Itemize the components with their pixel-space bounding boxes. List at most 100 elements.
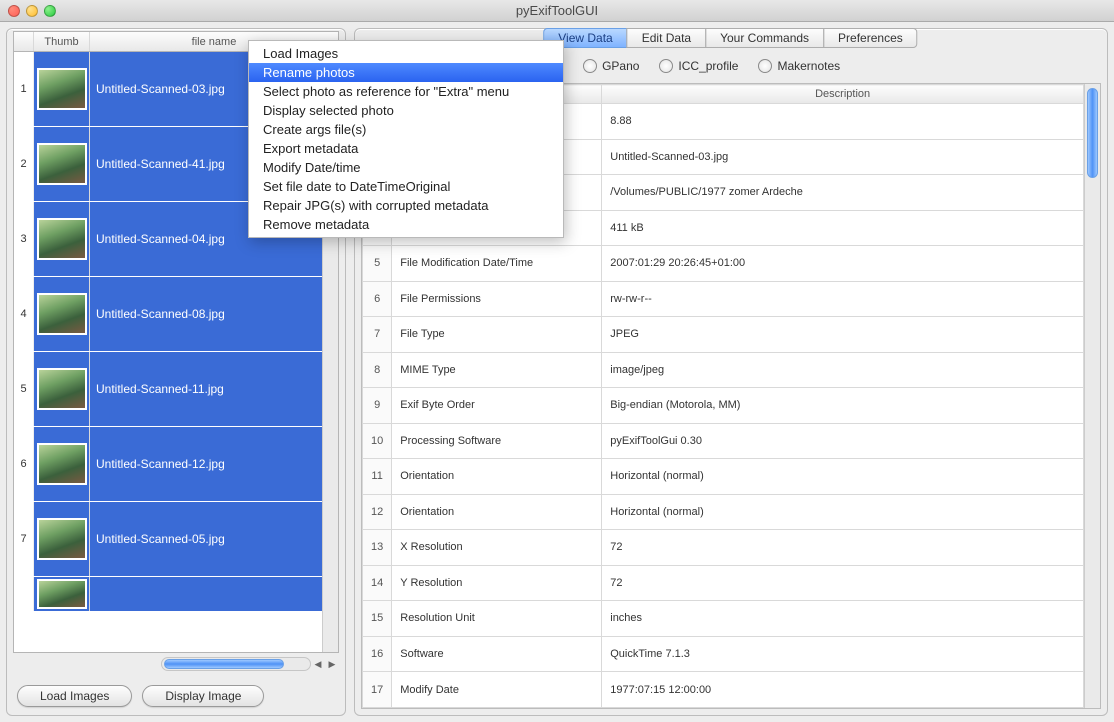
file-row[interactable]: 6 Untitled-Scanned-12.jpg [14,427,322,502]
table-row[interactable]: 9Exif Byte OrderBig-endian (Motorola, MM… [363,388,1084,424]
menu-item-modify-date-time[interactable]: Modify Date/time [249,158,563,177]
description-cell: 8.88 [602,104,1084,140]
table-row[interactable]: 11OrientationHorizontal (normal) [363,459,1084,495]
description-cell: Horizontal (normal) [602,494,1084,530]
menu-item-export-metadata[interactable]: Export metadata [249,139,563,158]
row-index: 6 [14,427,34,501]
parameter-cell: MIME Type [392,352,602,388]
table-row[interactable]: 10Processing SoftwarepyExifToolGui 0.30 [363,423,1084,459]
row-number: 12 [363,494,392,530]
thumbnail-cell[interactable] [34,427,90,501]
filename-cell[interactable]: Untitled-Scanned-05.jpg [90,502,322,576]
table-row[interactable]: 8MIME Typeimage/jpeg [363,352,1084,388]
tab-edit-data[interactable]: Edit Data [627,28,706,48]
table-row[interactable]: 5File Modification Date/Time2007:01:29 2… [363,246,1084,282]
table-row[interactable]: 6File Permissionsrw-rw-r-- [363,281,1084,317]
menu-item-load-images[interactable]: Load Images [249,44,563,63]
filename-cell[interactable]: Untitled-Scanned-08.jpg [90,277,322,351]
load-images-button[interactable]: Load Images [17,685,132,707]
radio-gpano[interactable]: GPano [583,59,639,73]
table-row[interactable]: 17Modify Date1977:07:15 12:00:00 [363,672,1084,708]
row-number: 6 [363,281,392,317]
parameter-cell: Resolution Unit [392,601,602,637]
table-row[interactable]: 14Y Resolution72 [363,565,1084,601]
parameter-cell: X Resolution [392,530,602,566]
description-cell: Big-endian (Motorola, MM) [602,388,1084,424]
col-description-header[interactable]: Description [602,85,1084,104]
radio-label: ICC_profile [678,59,738,73]
thumbnail-image [37,218,87,260]
col-thumb-header[interactable]: Thumb [34,32,90,51]
thumbnail-cell[interactable] [34,52,90,126]
description-cell: Horizontal (normal) [602,459,1084,495]
table-row[interactable]: 12OrientationHorizontal (normal) [363,494,1084,530]
file-row[interactable]: 5 Untitled-Scanned-11.jpg [14,352,322,427]
parameter-cell: Processing Software [392,423,602,459]
window-title: pyExifToolGUI [0,3,1114,18]
file-row[interactable]: 7Untitled-Scanned-05.jpg [14,502,322,577]
radio-makernotes[interactable]: Makernotes [758,59,840,73]
radio-label: GPano [602,59,639,73]
radio-label: Makernotes [777,59,840,73]
thumbnail-cell[interactable] [34,127,90,201]
thumbnail-cell[interactable] [34,502,90,576]
scrollbar-thumb[interactable] [1087,88,1098,178]
thumbnail-image [37,443,87,485]
menu-item-remove-metadata[interactable]: Remove metadata [249,215,563,234]
row-index: 4 [14,277,34,351]
col-index-header [14,32,34,51]
scroll-right-icon[interactable]: ▶ [325,657,339,671]
table-row[interactable]: 16SoftwareQuickTime 7.1.3 [363,636,1084,672]
scrollbar-thumb[interactable] [164,659,284,669]
description-cell: inches [602,601,1084,637]
menu-item-rename-photos[interactable]: Rename photos [249,63,563,82]
metadata-vertical-scrollbar[interactable] [1084,84,1100,708]
menu-item-select-photo-as-reference-for-extra-menu[interactable]: Select photo as reference for "Extra" me… [249,82,563,101]
file-row[interactable] [14,577,322,612]
row-number: 17 [363,672,392,708]
row-index: 5 [14,352,34,426]
thumbnail-cell[interactable] [34,202,90,276]
radio-icc-profile[interactable]: ICC_profile [659,59,738,73]
scroll-left-icon[interactable]: ◀ [311,657,325,671]
radio-icon [583,59,597,73]
radio-icon [758,59,772,73]
thumbnail-cell[interactable] [34,352,90,426]
thumbnail-image [37,368,87,410]
description-cell: image/jpeg [602,352,1084,388]
parameter-cell: Orientation [392,459,602,495]
row-number: 10 [363,423,392,459]
parameter-cell: Orientation [392,494,602,530]
menu-item-set-file-date-to-datetimeoriginal[interactable]: Set file date to DateTimeOriginal [249,177,563,196]
row-number: 5 [363,246,392,282]
titlebar: pyExifToolGUI [0,0,1114,22]
tab-preferences[interactable]: Preferences [823,28,918,48]
table-row[interactable]: 15Resolution Unitinches [363,601,1084,637]
parameter-cell: File Modification Date/Time [392,246,602,282]
file-list-horizontal-scrollbar[interactable]: ◀ ▶ [13,655,339,673]
filename-cell[interactable]: Untitled-Scanned-11.jpg [90,352,322,426]
radio-icon [659,59,673,73]
menu-item-repair-jpg-s-with-corrupted-metadata[interactable]: Repair JPG(s) with corrupted metadata [249,196,563,215]
description-cell: rw-rw-r-- [602,281,1084,317]
menu-item-create-args-file-s[interactable]: Create args file(s) [249,120,563,139]
thumbnail-cell[interactable] [34,277,90,351]
file-row[interactable]: 4 Untitled-Scanned-08.jpg [14,277,322,352]
parameter-cell: Y Resolution [392,565,602,601]
row-index: 3 [14,202,34,276]
thumbnail-image [37,143,87,185]
tab-your-commands[interactable]: Your Commands [705,28,824,48]
row-number: 7 [363,317,392,353]
description-cell: 72 [602,530,1084,566]
display-image-button[interactable]: Display Image [142,685,264,707]
thumbnail-image [37,68,87,110]
thumbnail-image [37,518,87,560]
parameter-cell: File Permissions [392,281,602,317]
menu-item-display-selected-photo[interactable]: Display selected photo [249,101,563,120]
row-number: 11 [363,459,392,495]
row-index: 2 [14,127,34,201]
filename-cell[interactable]: Untitled-Scanned-12.jpg [90,427,322,501]
row-number: 16 [363,636,392,672]
table-row[interactable]: 7File TypeJPEG [363,317,1084,353]
table-row[interactable]: 13X Resolution72 [363,530,1084,566]
